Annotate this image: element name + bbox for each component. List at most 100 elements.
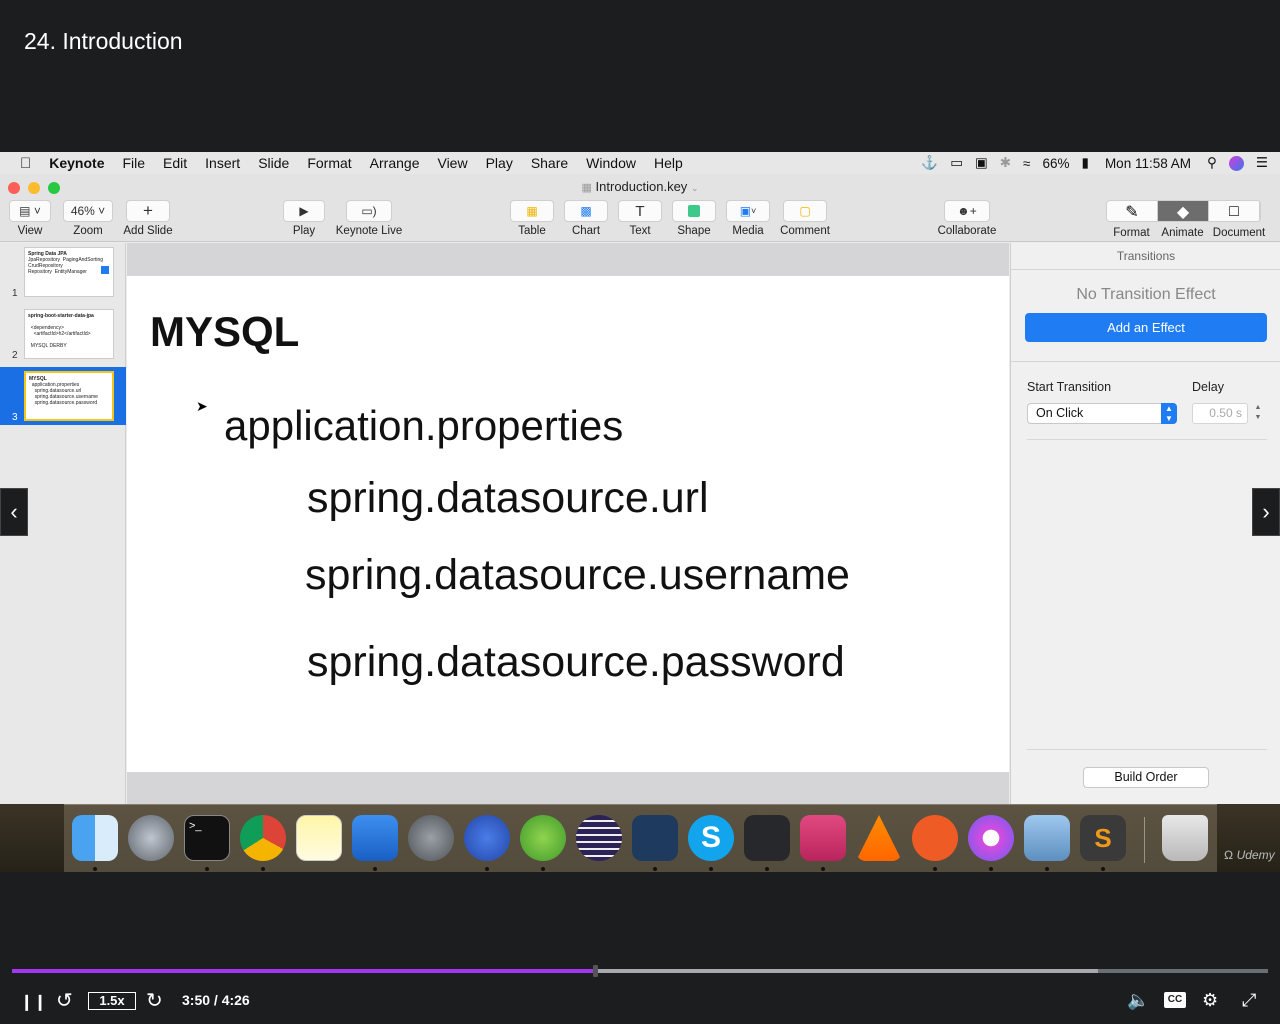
volume-icon[interactable]: 🔈 [1127, 990, 1149, 1011]
slide-bullet-datasource-password[interactable]: spring.datasource.password [307, 638, 845, 687]
chrome-icon[interactable] [240, 815, 286, 861]
menu-arrange[interactable]: Arrange [361, 155, 429, 171]
sublime-text-icon[interactable]: S [1080, 815, 1126, 861]
launchpad-icon[interactable] [128, 815, 174, 861]
preview-icon[interactable] [1024, 815, 1070, 861]
next-lecture-chevron-right-icon[interactable]: › [1252, 488, 1280, 536]
toolbar-chart[interactable]: ▩ Chart [563, 200, 609, 237]
notification-center-icon[interactable]: ☰ [1256, 155, 1268, 171]
trash-icon[interactable] [1162, 815, 1208, 861]
progress-scrubber-handle[interactable] [592, 965, 598, 977]
text-icon[interactable]: T [618, 200, 662, 222]
toolbar-view[interactable]: ▤ ˅ View [8, 200, 52, 237]
menu-window[interactable]: Window [577, 155, 645, 171]
system-preferences-icon[interactable] [408, 815, 454, 861]
menu-edit[interactable]: Edit [154, 155, 196, 171]
toolbar-comment[interactable]: ▢ Comment [779, 200, 831, 237]
screen-record-icon[interactable]: ▣ [975, 155, 988, 171]
format-brush-icon[interactable]: ✎ [1107, 201, 1158, 221]
itunes-icon[interactable] [968, 815, 1014, 861]
build-order-button[interactable]: Build Order [1083, 767, 1209, 788]
menu-slide[interactable]: Slide [249, 155, 298, 171]
plus-icon[interactable]: + [126, 200, 170, 222]
toolbar-play[interactable]: ▶ Play [282, 200, 326, 237]
toolbar-table[interactable]: ▦ Table [509, 200, 555, 237]
spring-tool-suite-icon[interactable] [520, 815, 566, 861]
mysql-workbench-icon[interactable] [632, 815, 678, 861]
start-transition-select[interactable]: On Click ▲ ▼ [1027, 403, 1177, 424]
captions-icon[interactable]: CC [1164, 992, 1186, 1008]
toolbar-collaborate[interactable]: ☻+ Collaborate [936, 200, 998, 237]
skype-icon[interactable]: S [688, 815, 734, 861]
exit-fullscreen-icon[interactable]: ⤢ [1242, 990, 1256, 1011]
media-icon[interactable]: ▣ ˅ [726, 200, 770, 222]
chart-icon[interactable]: ▩ [564, 200, 608, 222]
menu-play[interactable]: Play [477, 155, 522, 171]
tab-animate[interactable]: Animate [1157, 224, 1208, 239]
spotlight-search-icon[interactable]: ⚲ [1207, 155, 1217, 171]
vlc-icon[interactable] [856, 815, 902, 861]
notes-icon[interactable] [296, 815, 342, 861]
menu-keynote[interactable]: Keynote [40, 155, 113, 171]
tab-document[interactable]: Document [1208, 224, 1270, 239]
battery-icon[interactable]: ▮ [1082, 155, 1089, 171]
slide-bullet-datasource-username[interactable]: spring.datasource.username [305, 551, 850, 600]
postman-icon[interactable] [912, 815, 958, 861]
finder-icon[interactable] [72, 815, 118, 861]
bluetooth-icon[interactable]: ✱ [1000, 155, 1011, 171]
animate-diamond-icon[interactable]: ◆ [1158, 201, 1209, 221]
tab-format[interactable]: Format [1106, 224, 1157, 239]
slide-title[interactable]: MYSQL [150, 308, 299, 356]
menu-format[interactable]: Format [298, 155, 360, 171]
comment-icon[interactable]: ▢ [783, 200, 827, 222]
toolbar-text[interactable]: T Text [617, 200, 663, 237]
rewind-icon[interactable]: ↺ [56, 988, 73, 1013]
docker-icon[interactable]: ⚓ [921, 155, 938, 171]
slide-bullet-application-properties[interactable]: application.properties [224, 402, 623, 450]
delay-input[interactable]: 0.50 s [1192, 403, 1248, 424]
apple-menu-icon[interactable]:  [0, 155, 40, 172]
playback-speed-button[interactable]: 1.5x [88, 992, 136, 1010]
menu-help[interactable]: Help [645, 155, 692, 171]
wifi-icon[interactable]: ≈ [1023, 156, 1030, 171]
screen-recorder-icon[interactable] [464, 815, 510, 861]
pause-icon[interactable]: ❙❙ [20, 992, 47, 1011]
eclipse-icon[interactable] [576, 815, 622, 861]
inspector-header[interactable]: Transitions [1011, 243, 1280, 270]
shape-icon[interactable] [672, 200, 716, 222]
slide-bullet-datasource-url[interactable]: spring.datasource.url [307, 474, 709, 523]
toolbar-keynote-live[interactable]: ▭) Keynote Live [334, 200, 404, 237]
vscode-icon[interactable] [744, 815, 790, 861]
view-icon[interactable]: ▤ ˅ [9, 200, 51, 222]
toolbar-media[interactable]: ▣ ˅ Media [725, 200, 771, 237]
current-slide[interactable]: MYSQL application.properties spring.data… [127, 276, 1009, 772]
settings-gear-icon[interactable]: ⚙ [1202, 990, 1218, 1011]
menu-file[interactable]: File [113, 155, 154, 171]
toolbar-add-slide[interactable]: + Add Slide [122, 200, 174, 237]
previous-lecture-chevron-left-icon[interactable]: ‹ [0, 488, 28, 536]
siri-icon[interactable] [1228, 155, 1244, 171]
menu-view[interactable]: View [428, 155, 476, 171]
keynote-icon[interactable] [352, 815, 398, 861]
add-effect-button[interactable]: Add an Effect [1025, 313, 1267, 342]
document-icon[interactable]: □ [1209, 201, 1260, 221]
zoom-select[interactable]: 46% ˅ [63, 200, 113, 222]
keynote-live-icon[interactable]: ▭) [346, 200, 392, 222]
toolbar-shape[interactable]: Shape [671, 200, 717, 237]
toolbar-zoom[interactable]: 46% ˅ Zoom [62, 200, 114, 237]
delay-stepper[interactable]: ▲ ▼ [1253, 403, 1263, 424]
airplay-icon[interactable]: ▭ [950, 155, 963, 171]
menu-share[interactable]: Share [522, 155, 577, 171]
play-icon[interactable]: ▶ [283, 200, 325, 222]
slide-thumbnail-1[interactable]: Spring Data JPA JpaRepository PagingAndS… [0, 243, 126, 301]
chevron-down-icon[interactable]: ⌄ [691, 183, 699, 193]
collaborate-icon[interactable]: ☻+ [944, 200, 990, 222]
terminal-icon[interactable]: >_ [184, 815, 230, 861]
forward-icon[interactable]: ↻ [146, 988, 163, 1013]
slide-thumbnail-2[interactable]: spring-boot-starter-data-jpa <dependency… [0, 305, 126, 363]
menu-insert[interactable]: Insert [196, 155, 249, 171]
iterm-icon[interactable] [800, 815, 846, 861]
slide-thumbnail-3[interactable]: MYSQL application.properties spring.data… [0, 367, 126, 425]
table-icon[interactable]: ▦ [510, 200, 554, 222]
menubar-clock[interactable]: Mon 11:58 AM [1105, 156, 1191, 171]
